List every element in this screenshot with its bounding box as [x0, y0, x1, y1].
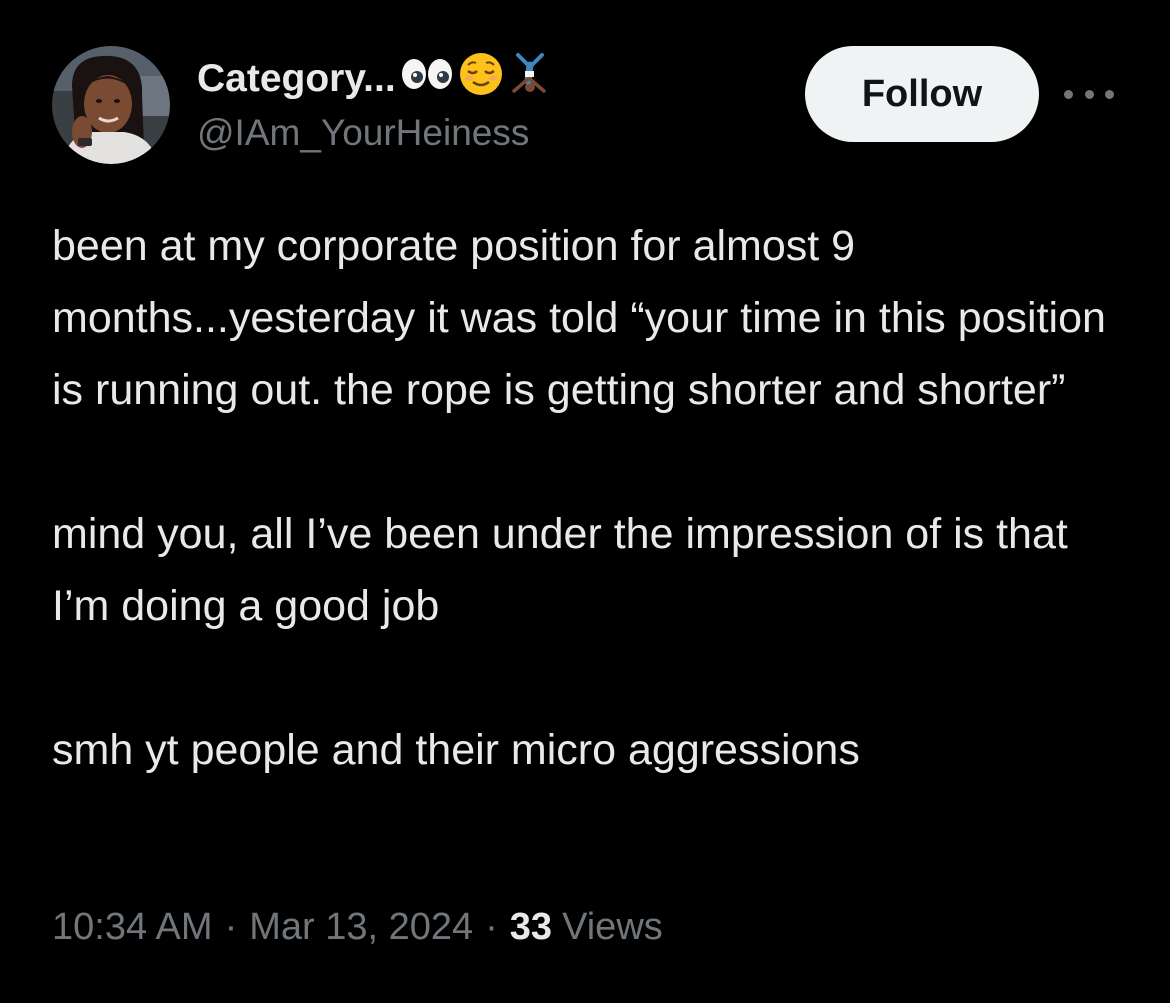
tweet-paragraph: mind you, all I’ve been under the impres…	[52, 510, 1068, 630]
dot	[1105, 89, 1114, 99]
tweet-text: been at my corporate position for almost…	[52, 210, 1132, 786]
ellipsis-icon[interactable]	[1064, 80, 1114, 108]
cartwheel-person-emoji-icon	[508, 51, 550, 107]
avatar-image	[52, 46, 170, 164]
tweet-meta: 10:34 AM · Mar 13, 2024 · 33 Views	[52, 906, 663, 949]
dot	[1064, 89, 1073, 99]
meta-separator: ·	[224, 906, 238, 948]
tweet-time[interactable]: 10:34 AM	[52, 906, 213, 949]
dot	[1084, 89, 1094, 99]
relieved-face-emoji-icon	[458, 51, 504, 107]
avatar[interactable]	[52, 46, 170, 164]
meta-separator: ·	[485, 906, 498, 948]
display-name[interactable]: Category...	[197, 57, 396, 101]
tweet: Category... @IAm_YourHeiness Follow been…	[0, 0, 1170, 1003]
follow-button[interactable]: Follow	[805, 46, 1039, 142]
tweet-date[interactable]: Mar 13, 2024	[249, 906, 473, 949]
views-label[interactable]: Views	[562, 906, 663, 949]
author-names: Category... @IAm_YourHeiness	[197, 51, 550, 154]
display-name-row[interactable]: Category...	[197, 51, 550, 107]
tweet-paragraph: smh yt people and their micro aggression…	[52, 726, 860, 774]
views-count[interactable]: 33	[510, 906, 552, 949]
handle[interactable]: @IAm_YourHeiness	[197, 112, 550, 154]
tweet-header: Category... @IAm_YourHeiness Follow	[52, 46, 1122, 166]
tweet-paragraph: been at my corporate position for almost…	[52, 222, 1106, 414]
eyes-emoji-icon	[400, 57, 454, 101]
